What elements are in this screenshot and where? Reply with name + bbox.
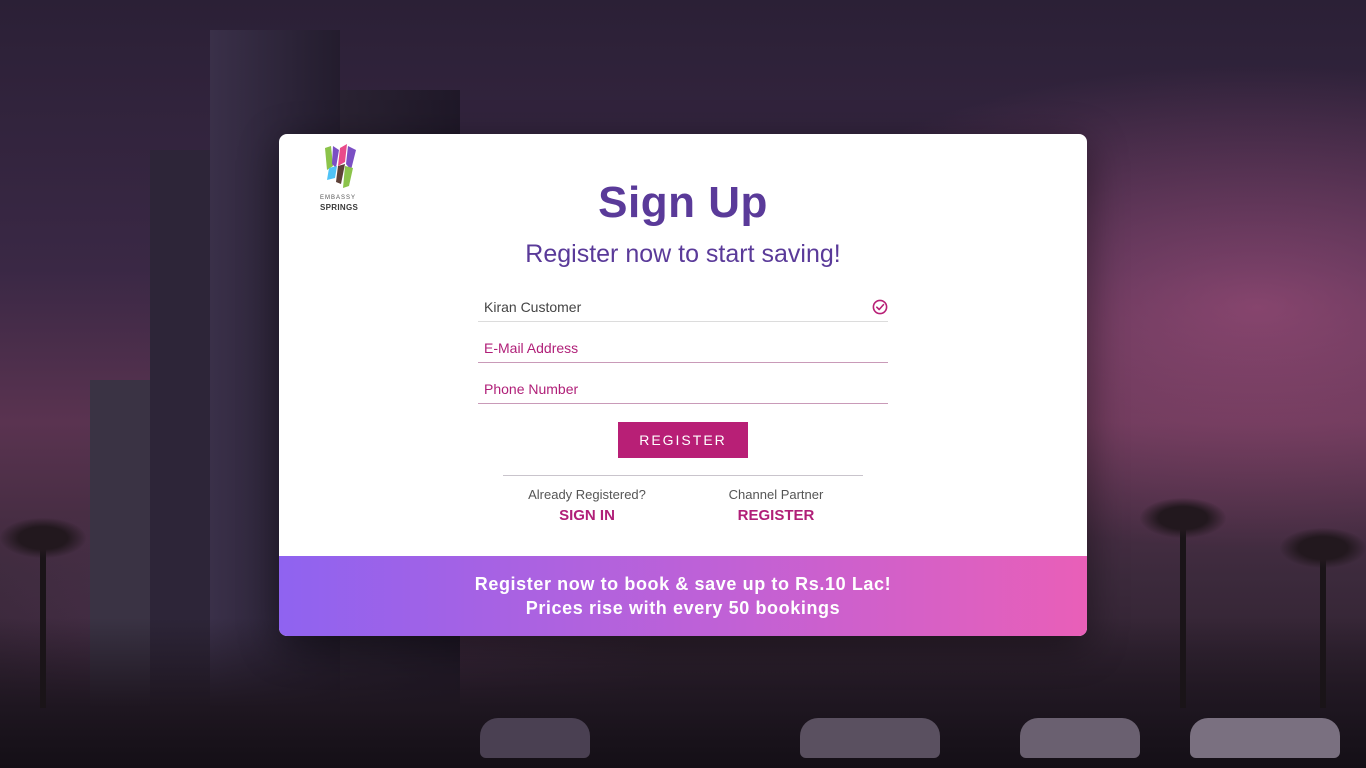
already-registered-label: Already Registered? — [528, 487, 646, 502]
email-input[interactable] — [478, 333, 888, 362]
name-input[interactable] — [478, 292, 888, 321]
channel-partner-register-link[interactable]: REGISTER — [696, 507, 856, 524]
signin-group: Already Registered? SIGN IN — [507, 487, 667, 524]
divider — [503, 475, 863, 476]
promo-banner: Register now to book & save up to Rs.10 … — [279, 556, 1087, 636]
phone-input[interactable] — [478, 374, 888, 403]
promo-banner-line1: Register now to book & save up to Rs.10 … — [474, 574, 892, 594]
palm-tree — [0, 518, 86, 708]
page-title: Sign Up — [598, 178, 768, 227]
channel-partner-label: Channel Partner — [728, 487, 824, 502]
palm-tree — [1280, 528, 1366, 708]
car — [1190, 718, 1340, 758]
signup-card: EMBASSY SPRINGS Sign Up Register now to … — [279, 134, 1087, 636]
promo-banner-line2: Prices rise with every 50 bookings — [525, 598, 841, 618]
register-button[interactable]: REGISTER — [618, 422, 748, 458]
background-ground — [0, 618, 1366, 768]
page-subtitle: Register now to start saving! — [525, 240, 841, 268]
phone-field — [478, 374, 888, 404]
check-circle-icon — [872, 299, 888, 315]
name-field — [478, 292, 888, 322]
car — [480, 718, 590, 758]
car — [1020, 718, 1140, 758]
email-field — [478, 333, 888, 363]
sign-in-link[interactable]: SIGN IN — [507, 507, 667, 524]
channel-partner-group: Channel Partner REGISTER — [696, 487, 856, 524]
car — [800, 718, 940, 758]
palm-tree — [1140, 498, 1226, 708]
